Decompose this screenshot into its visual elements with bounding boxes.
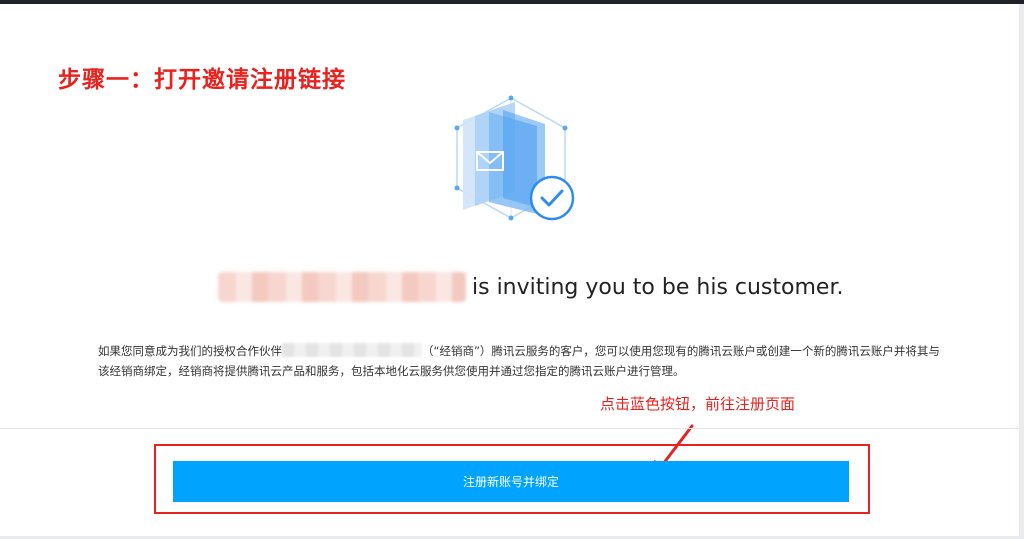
footer-divider xyxy=(0,428,1019,429)
envelope-verified-cube-icon xyxy=(454,95,575,221)
redacted-reseller-inline xyxy=(282,343,422,357)
hint-annotation: 点击蓝色按钮，前往注册页面 xyxy=(600,395,796,413)
description-paragraph: 如果您同意成为我们的授权合作伙伴 （“经销商”）腾讯云服务的客户，您可以使用您现有… xyxy=(98,341,948,381)
register-and-bind-button[interactable]: 注册新账号并绑定 xyxy=(173,461,849,502)
step-title-annotation: 步骤一：打开邀请注册链接 xyxy=(58,67,346,93)
invite-heading: is inviting you to be his customer. xyxy=(218,270,843,304)
invite-text: is inviting you to be his customer. xyxy=(472,274,844,300)
window-top-bar xyxy=(0,0,1024,4)
redacted-reseller-name xyxy=(218,272,466,302)
description-part-1: 如果您同意成为我们的授权合作伙伴 xyxy=(98,344,282,358)
right-scroll-edge xyxy=(1019,4,1024,539)
